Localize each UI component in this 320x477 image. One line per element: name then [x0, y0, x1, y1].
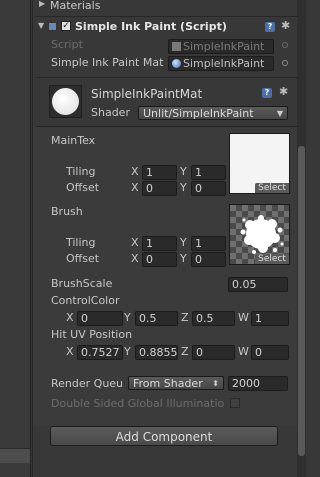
- shader-label: Shader: [91, 106, 130, 119]
- brushscale-field[interactable]: 0.05: [228, 277, 288, 292]
- axis-x-label: X: [66, 345, 74, 358]
- controlcolor-w[interactable]: 1: [251, 311, 289, 326]
- mat-label: Simple Ink Paint Mat: [51, 56, 164, 69]
- updown-arrow-icon: ⬍: [212, 379, 219, 388]
- scrollbar-thumb[interactable]: [298, 146, 305, 456]
- mat-value: SimpleInkPaint: [183, 57, 265, 70]
- brush-offset-x[interactable]: 0: [142, 252, 177, 267]
- material-preview-sphere: [52, 88, 79, 115]
- gear-icon[interactable]: ✱: [281, 19, 290, 32]
- add-component-label: Add Component: [115, 430, 213, 444]
- shader-value: Unlit/SimpleInkPaint: [143, 107, 254, 120]
- brushscale-label: BrushScale: [51, 277, 113, 290]
- brush-select-button[interactable]: Select: [255, 254, 289, 264]
- gutter-scrollbar-handle[interactable]: [0, 448, 30, 463]
- brush-label: Brush: [51, 205, 83, 218]
- add-component-button[interactable]: Add Component: [50, 426, 278, 446]
- shader-dropdown[interactable]: Unlit/SimpleInkPaint ▼: [138, 106, 288, 120]
- axis-y-label: Y: [180, 181, 187, 194]
- controlcolor-label: ControlColor: [51, 294, 120, 307]
- brush-tiling-x[interactable]: 1: [142, 236, 177, 251]
- axis-w-label: W: [238, 311, 249, 324]
- axis-z-label: Z: [181, 311, 189, 324]
- material-sphere-icon: [172, 59, 181, 68]
- divider: [36, 16, 298, 17]
- renderqueue-dropdown[interactable]: From Shader ⬍: [128, 376, 224, 390]
- renderqueue-label: Render Queu: [51, 377, 124, 390]
- divider: [36, 77, 298, 78]
- controlcolor-y[interactable]: 0.5: [135, 311, 178, 326]
- axis-z-label: Z: [181, 345, 189, 358]
- object-picker-icon[interactable]: [282, 42, 288, 48]
- axis-w-label: W: [238, 345, 249, 358]
- materials-label: Materials: [50, 0, 101, 12]
- maintex-texture-slot[interactable]: Select: [229, 133, 290, 194]
- axis-y-label: Y: [180, 252, 187, 265]
- maintex-tiling-y[interactable]: 1: [191, 165, 226, 180]
- hierarchy-gutter: [0, 0, 31, 477]
- controlcolor-x[interactable]: 0: [77, 311, 123, 326]
- dropdown-arrow-icon: ▼: [276, 109, 283, 118]
- renderqueue-dropdown-value: From Shader: [133, 377, 203, 390]
- maintex-offset-label: Offset: [66, 181, 100, 194]
- help-icon[interactable]: ?: [265, 22, 275, 32]
- maintex-offset-x[interactable]: 0: [142, 181, 177, 196]
- double-sided-label: Double Sided Global Illuminatio: [51, 397, 225, 410]
- foldout-arrow-icon[interactable]: ▶: [39, 0, 45, 8]
- maintex-tiling-label: Tiling: [66, 165, 96, 178]
- maintex-tiling-x[interactable]: 1: [142, 165, 177, 180]
- component-header[interactable]: ▼ ✓ Simple Ink Paint (Script) ? ✱: [36, 18, 298, 34]
- axis-x-label: X: [131, 181, 139, 194]
- material-name: SimpleInkPaintMat: [91, 87, 203, 101]
- brush-offset-y[interactable]: 0: [191, 252, 226, 267]
- foldout-open-arrow-icon[interactable]: ▼: [38, 21, 44, 30]
- controlcolor-z[interactable]: 0.5: [192, 311, 235, 326]
- divider: [36, 126, 298, 127]
- axis-x-label: X: [66, 311, 74, 324]
- hituv-x[interactable]: 0.7527: [77, 345, 123, 360]
- script-component-icon: [48, 22, 57, 31]
- axis-x-label: X: [131, 165, 139, 178]
- gear-icon[interactable]: ✱: [279, 85, 288, 98]
- hituv-w[interactable]: 0: [251, 345, 289, 360]
- maintex-label: MainTex: [51, 134, 96, 147]
- component-enabled-checkbox[interactable]: ✓: [61, 21, 71, 31]
- script-file-icon: [172, 42, 181, 51]
- double-sided-checkbox[interactable]: [230, 398, 240, 408]
- script-value: SimpleInkPaint: [183, 40, 265, 53]
- renderqueue-field[interactable]: 2000: [228, 376, 288, 391]
- help-icon[interactable]: ?: [262, 88, 272, 98]
- maintex-select-button[interactable]: Select: [255, 183, 289, 193]
- hituv-y[interactable]: 0.8855: [135, 345, 178, 360]
- axis-x-label: X: [131, 236, 139, 249]
- component-title: Simple Ink Paint (Script): [75, 20, 227, 33]
- brush-tiling-label: Tiling: [66, 236, 96, 249]
- axis-y-label: Y: [124, 311, 131, 324]
- hituv-z[interactable]: 0: [192, 345, 235, 360]
- brush-offset-label: Offset: [66, 252, 100, 265]
- brush-texture-slot[interactable]: Select: [229, 204, 290, 265]
- script-field: SimpleInkPaint: [168, 39, 274, 54]
- maintex-offset-y[interactable]: 0: [191, 181, 226, 196]
- axis-y-label: Y: [180, 165, 187, 178]
- axis-x-label: X: [131, 252, 139, 265]
- brush-tiling-y[interactable]: 1: [191, 236, 226, 251]
- script-label: Script: [51, 38, 83, 51]
- mat-field[interactable]: SimpleInkPaint: [168, 56, 274, 71]
- materials-foldout[interactable]: ▶ Materials: [36, 0, 296, 13]
- material-preview: [49, 85, 82, 118]
- axis-y-label: Y: [180, 236, 187, 249]
- hituv-label: Hit UV Position: [51, 328, 133, 341]
- axis-y-label: Y: [124, 345, 131, 358]
- object-picker-icon[interactable]: [282, 60, 288, 66]
